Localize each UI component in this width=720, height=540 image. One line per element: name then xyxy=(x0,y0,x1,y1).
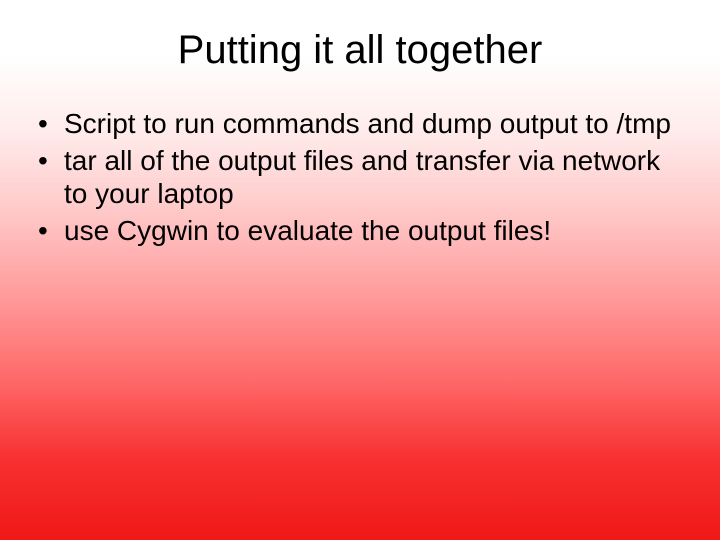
bullet-item: tar all of the output files and transfer… xyxy=(38,144,690,210)
bullet-item: Script to run commands and dump output t… xyxy=(38,107,690,140)
bullet-item: use Cygwin to evaluate the output files! xyxy=(38,214,690,247)
slide-title: Putting it all together xyxy=(30,28,690,73)
bullet-list: Script to run commands and dump output t… xyxy=(38,107,690,247)
slide: Putting it all together Script to run co… xyxy=(0,0,720,540)
